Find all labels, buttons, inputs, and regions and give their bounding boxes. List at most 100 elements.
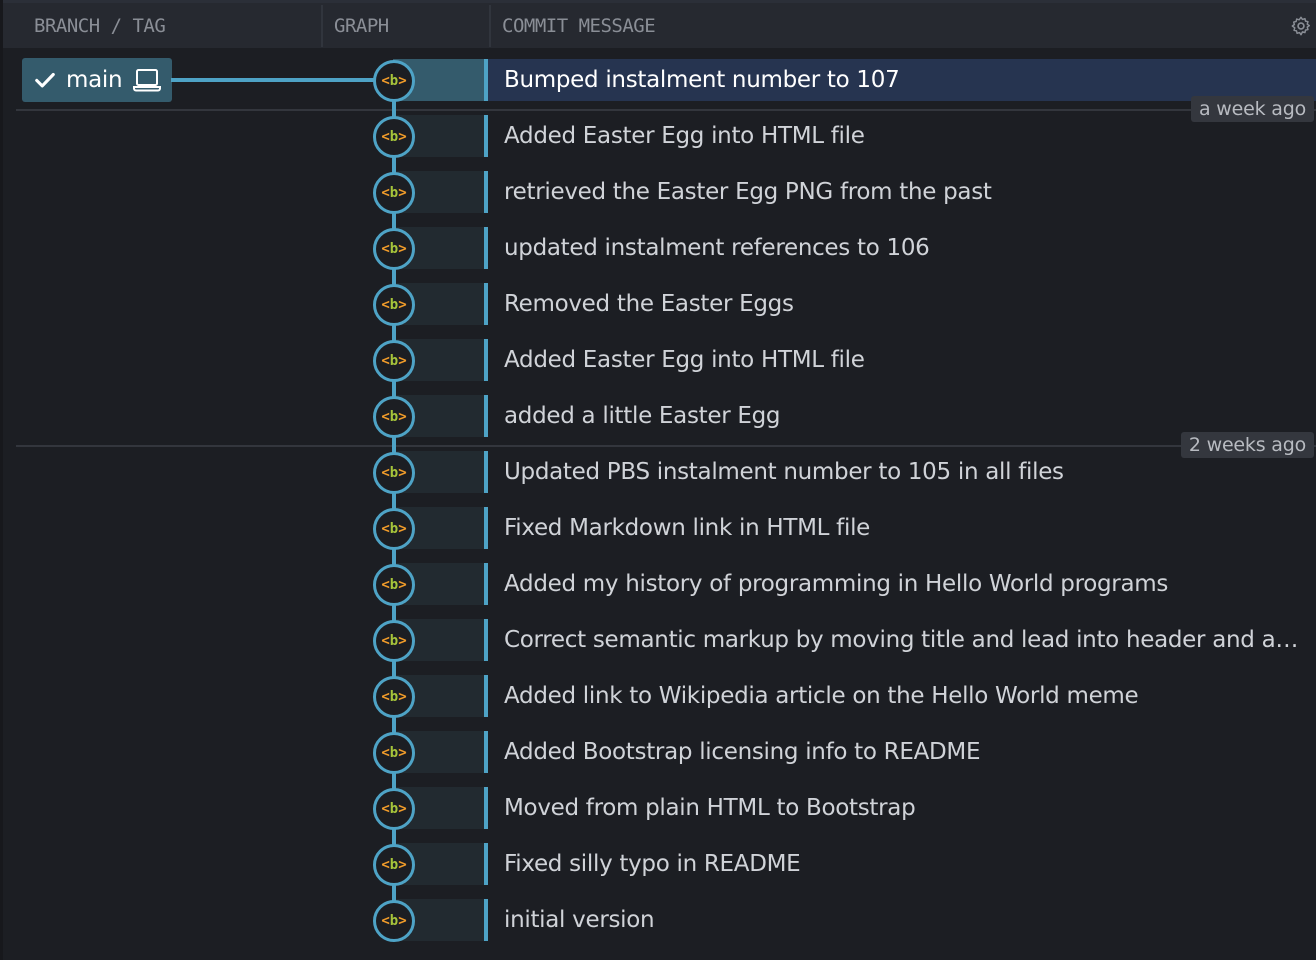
avatar-letter: b — [389, 297, 399, 313]
avatar-letter: b — [389, 465, 399, 481]
avatar-letter: b — [389, 185, 399, 201]
avatar-open-bracket: < — [381, 577, 390, 593]
author-avatar[interactable]: < b > — [373, 452, 415, 494]
column-resize-handle[interactable] — [489, 5, 491, 47]
commit-message: added a little Easter Egg — [504, 403, 781, 429]
commit-row[interactable]: < b > Added my history of programming in H… — [0, 556, 1316, 612]
commit-graph-panel: BRANCH / TAG GRAPH COMMIT MESSAGE main <… — [0, 0, 1316, 960]
avatar-open-bracket: < — [381, 73, 390, 89]
commit-row[interactable]: < b > initial version — [0, 892, 1316, 948]
avatar-letter: b — [389, 129, 399, 145]
avatar-open-bracket: < — [381, 409, 390, 425]
avatar-close-bracket: > — [398, 241, 407, 257]
avatar-open-bracket: < — [381, 521, 390, 537]
commit-row[interactable]: < b > Correct semantic markup by moving ti… — [0, 612, 1316, 668]
avatar-close-bracket: > — [398, 521, 407, 537]
author-avatar[interactable]: < b > — [373, 396, 415, 438]
commit-row[interactable]: < b > Added Easter Egg into HTML file — [0, 108, 1316, 164]
date-group-separator — [16, 109, 1316, 111]
author-avatar[interactable]: < b > — [373, 172, 415, 214]
commit-message: Fixed silly typo in README — [504, 851, 801, 877]
avatar-close-bracket: > — [398, 689, 407, 705]
avatar-close-bracket: > — [398, 745, 407, 761]
avatar-close-bracket: > — [398, 633, 407, 649]
commit-row[interactable]: < b > Moved from plain HTML to Bootstrap — [0, 780, 1316, 836]
commit-message: Added link to Wikipedia article on the H… — [504, 683, 1139, 709]
avatar-open-bracket: < — [381, 297, 390, 313]
avatar-open-bracket: < — [381, 913, 390, 929]
commit-message: Added Bootstrap licensing info to README — [504, 739, 981, 765]
avatar-open-bracket: < — [381, 689, 390, 705]
avatar-close-bracket: > — [398, 73, 407, 89]
commit-row[interactable]: < b > Fixed Markdown link in HTML file — [0, 500, 1316, 556]
avatar-letter: b — [389, 353, 399, 369]
date-group-separator — [16, 445, 1316, 447]
avatar-close-bracket: > — [398, 577, 407, 593]
avatar-letter: b — [389, 633, 399, 649]
avatar-close-bracket: > — [398, 409, 407, 425]
author-avatar[interactable]: < b > — [373, 900, 415, 942]
avatar-letter: b — [389, 409, 399, 425]
commit-message: Added Easter Egg into HTML file — [504, 347, 865, 373]
avatar-letter: b — [389, 241, 399, 257]
author-avatar[interactable]: < b > — [373, 60, 415, 102]
date-group-badge: 2 weeks ago — [1180, 432, 1314, 458]
author-avatar[interactable]: < b > — [373, 732, 415, 774]
commit-message: Removed the Easter Eggs — [504, 291, 794, 317]
commit-row[interactable]: < b > updated instalment references to 106 — [0, 220, 1316, 276]
author-avatar[interactable]: < b > — [373, 284, 415, 326]
commit-row[interactable]: < b > Removed the Easter Eggs — [0, 276, 1316, 332]
column-resize-handle[interactable] — [321, 5, 323, 47]
avatar-open-bracket: < — [381, 745, 390, 761]
avatar-close-bracket: > — [398, 857, 407, 873]
commit-row[interactable]: < b > Updated PBS instalment number to 105… — [0, 444, 1316, 500]
commit-row[interactable]: < b > Added Easter Egg into HTML file — [0, 332, 1316, 388]
commit-message: Bumped instalment number to 107 — [504, 67, 900, 93]
author-avatar[interactable]: < b > — [373, 620, 415, 662]
avatar-open-bracket: < — [381, 633, 390, 649]
avatar-letter: b — [389, 521, 399, 537]
avatar-close-bracket: > — [398, 297, 407, 313]
author-avatar[interactable]: < b > — [373, 844, 415, 886]
commit-message: Moved from plain HTML to Bootstrap — [504, 795, 916, 821]
column-header-graph[interactable]: GRAPH — [334, 3, 389, 48]
commit-message: retrieved the Easter Egg PNG from the pa… — [504, 179, 992, 205]
avatar-open-bracket: < — [381, 353, 390, 369]
author-avatar[interactable]: < b > — [373, 788, 415, 830]
avatar-letter: b — [389, 801, 399, 817]
author-avatar[interactable]: < b > — [373, 508, 415, 550]
avatar-letter: b — [389, 913, 399, 929]
avatar-close-bracket: > — [398, 801, 407, 817]
avatar-letter: b — [389, 73, 399, 89]
author-avatar[interactable]: < b > — [373, 116, 415, 158]
avatar-close-bracket: > — [398, 129, 407, 145]
commit-row[interactable]: < b > Fixed silly typo in README — [0, 836, 1316, 892]
avatar-open-bracket: < — [381, 857, 390, 873]
avatar-letter: b — [389, 577, 399, 593]
commit-row[interactable]: < b > retrieved the Easter Egg PNG from th… — [0, 164, 1316, 220]
avatar-close-bracket: > — [398, 353, 407, 369]
column-header-commit-message[interactable]: COMMIT MESSAGE — [502, 3, 656, 48]
author-avatar[interactable]: < b > — [373, 676, 415, 718]
gear-icon[interactable] — [1290, 15, 1312, 37]
avatar-letter: b — [389, 857, 399, 873]
commit-message: Correct semantic markup by moving title … — [504, 627, 1304, 653]
commit-row[interactable]: < b > Added link to Wikipedia article on t… — [0, 668, 1316, 724]
date-group-badge: a week ago — [1191, 96, 1314, 122]
avatar-open-bracket: < — [381, 465, 390, 481]
commit-row[interactable]: < b > Added Bootstrap licensing info to RE… — [0, 724, 1316, 780]
avatar-letter: b — [389, 689, 399, 705]
avatar-open-bracket: < — [381, 185, 390, 201]
column-header: BRANCH / TAG GRAPH COMMIT MESSAGE — [3, 3, 1316, 48]
avatar-open-bracket: < — [381, 241, 390, 257]
avatar-open-bracket: < — [381, 801, 390, 817]
commit-row[interactable]: < b > added a little Easter Egg — [0, 388, 1316, 444]
avatar-close-bracket: > — [398, 465, 407, 481]
column-header-branch-tag[interactable]: BRANCH / TAG — [34, 3, 166, 48]
author-avatar[interactable]: < b > — [373, 564, 415, 606]
commit-message: Updated PBS instalment number to 105 in … — [504, 459, 1064, 485]
author-avatar[interactable]: < b > — [373, 228, 415, 270]
avatar-close-bracket: > — [398, 185, 407, 201]
author-avatar[interactable]: < b > — [373, 340, 415, 382]
avatar-letter: b — [389, 745, 399, 761]
